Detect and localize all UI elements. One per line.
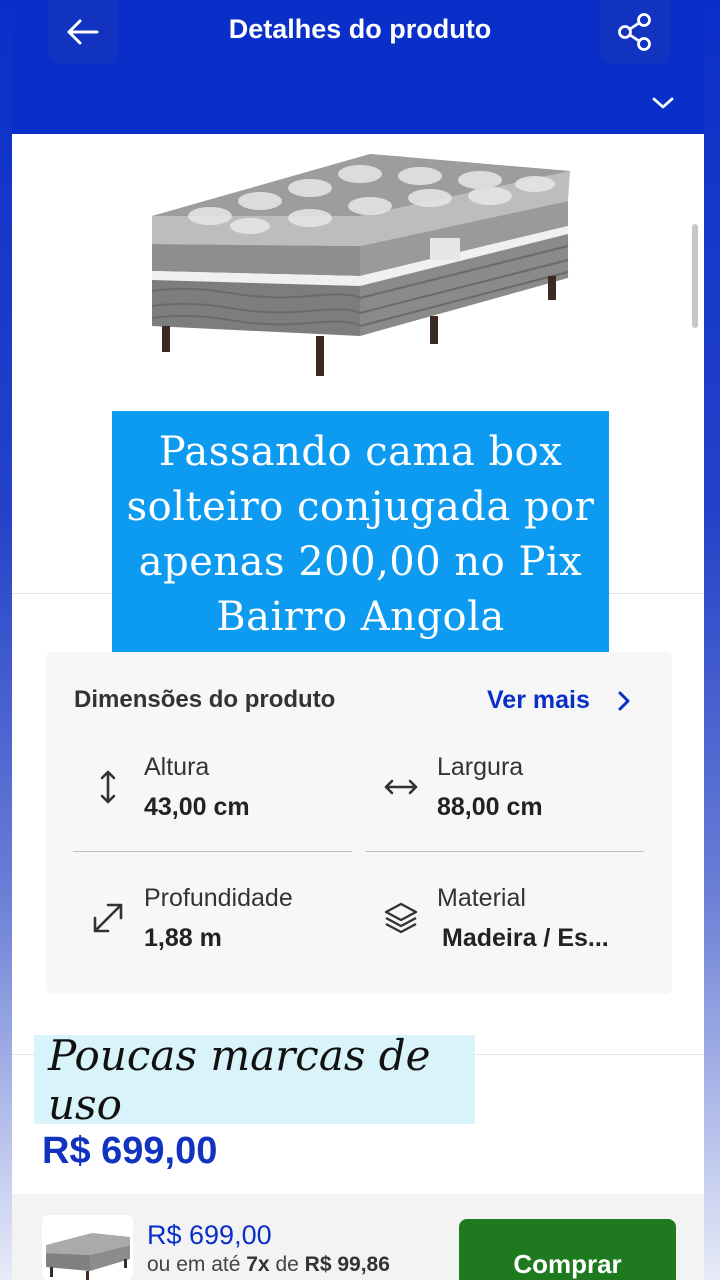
expand-button[interactable] [648, 88, 678, 118]
material-value: Madeira / Es... [442, 924, 609, 952]
promo-banner: Passando cama box solteiro conjugada por… [112, 411, 609, 658]
product-image [151, 154, 570, 376]
material-label: Material [437, 884, 526, 912]
layers-icon [381, 898, 421, 938]
width-value: 88,00 cm [437, 793, 543, 821]
chevron-right-icon[interactable] [612, 688, 636, 714]
bottom-price: R$ 699,00 [147, 1220, 272, 1250]
chevron-down-icon [652, 97, 674, 109]
arrows-horizontal-icon [381, 767, 421, 807]
share-button[interactable] [600, 0, 670, 64]
depth-label: Profundidade [144, 884, 293, 912]
depth-value: 1,88 m [144, 924, 222, 952]
arrows-vertical-icon [88, 767, 128, 807]
installment-mid: de [275, 1253, 299, 1276]
divider [609, 593, 704, 594]
dimensions-title: Dimensões do produto [74, 686, 336, 713]
installment-prefix: ou em até [147, 1253, 241, 1276]
width-label: Largura [437, 753, 524, 781]
arrows-diagonal-icon [88, 898, 128, 938]
height-value: 43,00 cm [144, 793, 250, 821]
separator [366, 851, 644, 852]
product-thumbnail[interactable] [42, 1215, 133, 1280]
installment-text: ou em até 7x de R$ 99,86 [147, 1253, 390, 1277]
divider [12, 593, 112, 594]
see-more-link[interactable]: Ver mais [487, 686, 590, 715]
installment-value: R$ 99,86 [304, 1253, 390, 1276]
condition-banner: Poucas marcas de uso [34, 1031, 475, 1129]
height-label: Altura [144, 753, 210, 781]
buy-button[interactable]: Comprar [459, 1219, 676, 1280]
price: R$ 699,00 [42, 1130, 218, 1172]
installment-count: 7x [246, 1253, 270, 1276]
scrollbar[interactable] [692, 224, 698, 328]
separator [73, 851, 352, 852]
share-icon [618, 13, 651, 51]
